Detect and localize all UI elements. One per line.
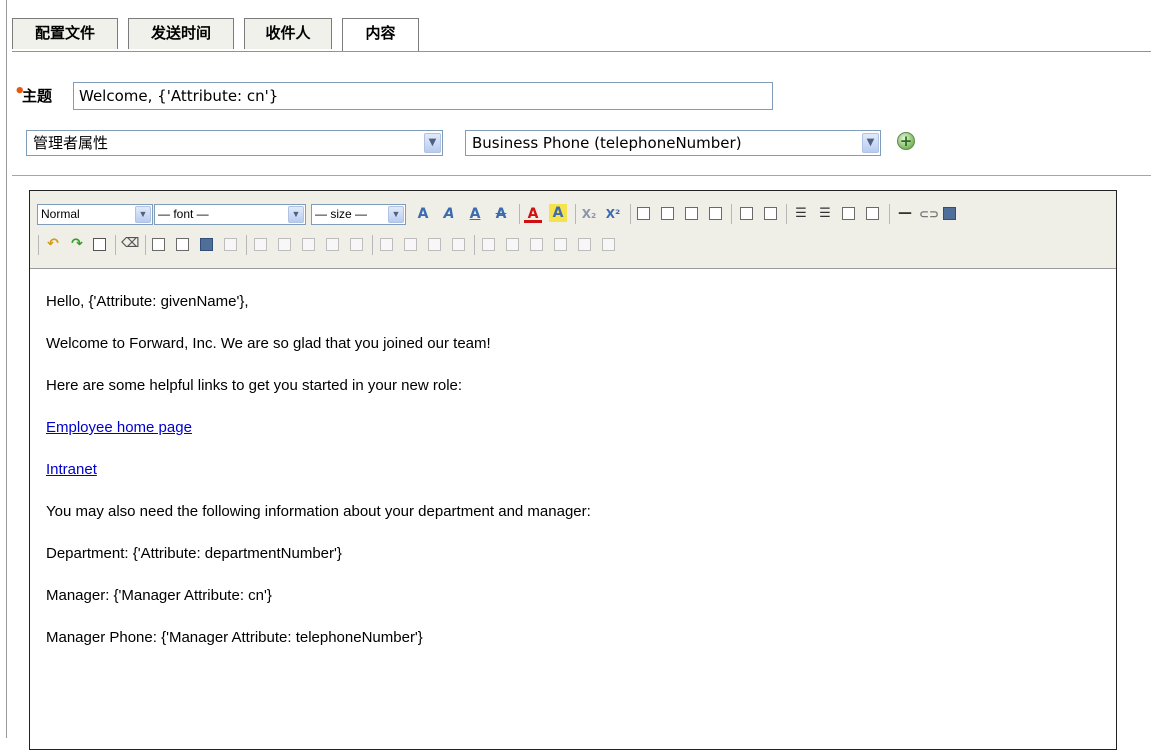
eraser-icon[interactable]: ⌫: [121, 235, 139, 253]
font-value: — font —: [158, 207, 209, 221]
page-left-border: [6, 0, 7, 738]
tab-recipients[interactable]: 收件人: [244, 18, 332, 49]
tab-underline: [12, 51, 1151, 52]
unordered-list-icon[interactable]: ☰: [816, 205, 834, 223]
align-center-icon[interactable]: [661, 207, 674, 220]
rich-text-editor: Normal ▼ — font — ▼ — size — ▼ A A A A A…: [29, 190, 1117, 750]
insert-col-after-icon: [404, 238, 417, 251]
add-attribute-icon[interactable]: +: [897, 132, 915, 150]
cell-split-v-icon: [602, 238, 615, 251]
subject-label: 主题: [22, 87, 53, 105]
table-props-icon[interactable]: [200, 238, 213, 251]
ordered-list-icon[interactable]: ☰: [792, 205, 810, 223]
highlight-color-icon[interactable]: A: [549, 204, 567, 222]
editor-toolbar: Normal ▼ — font — ▼ — size — ▼ A A A A A…: [30, 191, 1116, 269]
source-icon[interactable]: [152, 238, 165, 251]
insert-row-icon: [254, 238, 267, 251]
tab-send-time[interactable]: 发送时间: [128, 18, 234, 49]
tab-profile[interactable]: 配置文件: [12, 18, 118, 49]
format-value: Normal: [41, 207, 80, 221]
indent-icon[interactable]: [764, 207, 777, 220]
toolbar-separator: [786, 204, 787, 224]
strikethrough-icon[interactable]: A: [492, 205, 510, 223]
subject-input[interactable]: [73, 82, 773, 110]
chevron-down-icon[interactable]: ▼: [288, 206, 304, 223]
cell-split-h-icon: [578, 238, 591, 251]
toolbar-separator: [474, 235, 475, 255]
tab-content[interactable]: 内容: [342, 18, 419, 52]
align-left-icon[interactable]: [637, 207, 650, 220]
toolbar-separator: [145, 235, 146, 255]
toolbar-separator: [372, 235, 373, 255]
subscript-icon[interactable]: X₂: [580, 205, 598, 223]
table-icon[interactable]: [176, 238, 189, 251]
manager-phone-line: Manager Phone: {'Manager Attribute: tele…: [46, 629, 423, 646]
attribute-value: Business Phone (telephoneNumber): [472, 134, 742, 152]
insert-cell-icon: [530, 238, 543, 251]
format-select[interactable]: Normal ▼: [37, 204, 153, 225]
increase-indent-icon[interactable]: [866, 207, 879, 220]
link-icon[interactable]: ⊂⊃: [919, 205, 939, 223]
insert-row-after-icon: [278, 238, 291, 251]
employee-home-link[interactable]: Employee home page: [46, 419, 192, 436]
intranet-link[interactable]: Intranet: [46, 461, 97, 478]
font-color-icon[interactable]: A: [524, 205, 542, 223]
chevron-down-icon[interactable]: ▼: [135, 206, 151, 223]
image-icon[interactable]: [943, 207, 956, 220]
horizontal-rule-icon[interactable]: —: [896, 204, 914, 222]
superscript-icon[interactable]: X²: [604, 205, 622, 223]
department-line: Department: {'Attribute: departmentNumbe…: [46, 545, 342, 562]
chevron-down-icon[interactable]: ▼: [862, 133, 879, 153]
toolbar-separator: [575, 204, 576, 224]
toolbar-separator: [38, 235, 39, 255]
chevron-down-icon[interactable]: ▼: [388, 206, 404, 223]
align-right-icon[interactable]: [685, 207, 698, 220]
paste-word-icon[interactable]: [93, 238, 106, 251]
delete-row-icon: [302, 238, 315, 251]
split-cells-icon: [506, 238, 519, 251]
info-intro-line: You may also need the following informat…: [46, 503, 591, 520]
toolbar-separator: [115, 235, 116, 255]
split-row-icon: [326, 238, 339, 251]
links-intro-line: Here are some helpful links to get you s…: [46, 377, 463, 394]
underline-icon[interactable]: A: [466, 205, 484, 223]
decrease-indent-icon[interactable]: [842, 207, 855, 220]
toolbar-separator: [246, 235, 247, 255]
delete-cell-icon: [554, 238, 567, 251]
manager-line: Manager: {'Manager Attribute: cn'}: [46, 587, 272, 604]
cell-props-icon[interactable]: [224, 238, 237, 251]
font-select[interactable]: — font — ▼: [154, 204, 306, 225]
toolbar-separator: [731, 204, 732, 224]
merge-col-icon: [452, 238, 465, 251]
italic-icon[interactable]: A: [440, 205, 458, 223]
size-select[interactable]: — size — ▼: [311, 204, 406, 225]
attribute-category-select[interactable]: 管理者属性 ▼: [26, 130, 443, 156]
chevron-down-icon[interactable]: ▼: [424, 133, 441, 153]
greeting-line: Hello, {'Attribute: givenName'},: [46, 293, 249, 310]
section-divider: [12, 175, 1151, 176]
justify-icon[interactable]: [709, 207, 722, 220]
redo-icon[interactable]: ↷: [68, 235, 86, 253]
bold-icon[interactable]: A: [414, 205, 432, 223]
merge-cells-icon: [482, 238, 495, 251]
attribute-category-value: 管理者属性: [33, 134, 109, 152]
size-value: — size —: [315, 207, 368, 221]
welcome-line: Welcome to Forward, Inc. We are so glad …: [46, 335, 491, 352]
attribute-select[interactable]: Business Phone (telephoneNumber) ▼: [465, 130, 881, 156]
insert-col-icon: [380, 238, 393, 251]
merge-row-icon: [350, 238, 363, 251]
toolbar-separator: [889, 204, 890, 224]
undo-icon[interactable]: ↶: [44, 235, 62, 253]
delete-col-icon: [428, 238, 441, 251]
toolbar-separator: [630, 204, 631, 224]
outdent-icon[interactable]: [740, 207, 753, 220]
toolbar-separator: [519, 204, 520, 224]
